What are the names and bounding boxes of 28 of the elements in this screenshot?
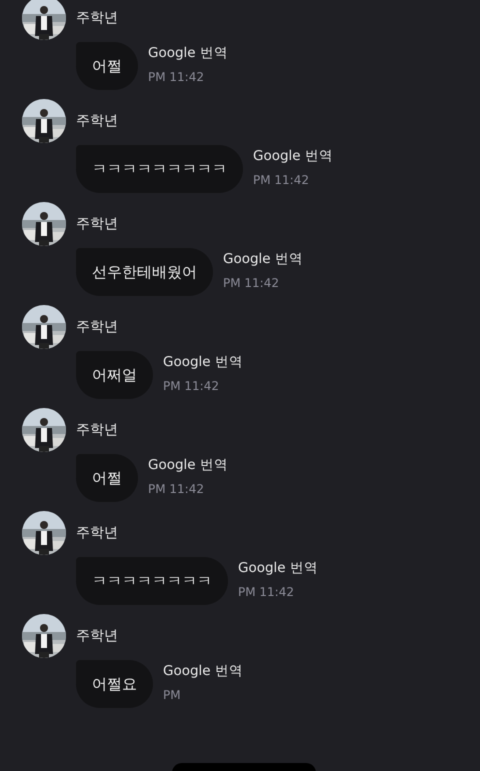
message-bubble: ㅋㅋㅋㅋㅋㅋㅋㅋㅋ: [76, 145, 243, 193]
message-time: PM 11:42: [238, 585, 295, 599]
message-bubble: 어쩔: [76, 42, 138, 90]
translation-label: Google 번역: [163, 662, 243, 680]
sender-name: 주학년: [76, 524, 118, 542]
translation-label: Google 번역: [148, 44, 228, 62]
translation-label: Google 번역: [148, 456, 228, 474]
message-time: PM 11:42: [163, 379, 220, 393]
message-bubble: 어쩌얼: [76, 351, 153, 399]
sender-name: 주학년: [76, 112, 118, 130]
sender-name: 주학년: [76, 627, 118, 645]
translation-label: Google 번역: [223, 250, 303, 268]
translation-label: Google 번역: [163, 353, 243, 371]
message-time: PM 11:42: [148, 70, 205, 84]
message-time: PM 11:42: [253, 173, 310, 187]
sender-name: 주학년: [76, 318, 118, 336]
message-time: PM 11:42: [223, 276, 280, 290]
message-time: PM 11:42: [148, 482, 205, 496]
message-time: PM: [163, 688, 182, 702]
message-bubble: 어쩔요: [76, 660, 153, 708]
sender-name: 주학년: [76, 215, 118, 233]
translation-label: Google 번역: [238, 559, 318, 577]
sender-name: 주학년: [76, 9, 118, 27]
sender-name: 주학년: [76, 421, 118, 439]
message-bubble: ㅋㅋㅋㅋㅋㅋㅋㅋ: [76, 557, 228, 605]
message-bubble: 선우한테배웠어: [76, 248, 213, 296]
translation-label: Google 번역: [253, 147, 333, 165]
message-bubble: 어쩔: [76, 454, 138, 502]
